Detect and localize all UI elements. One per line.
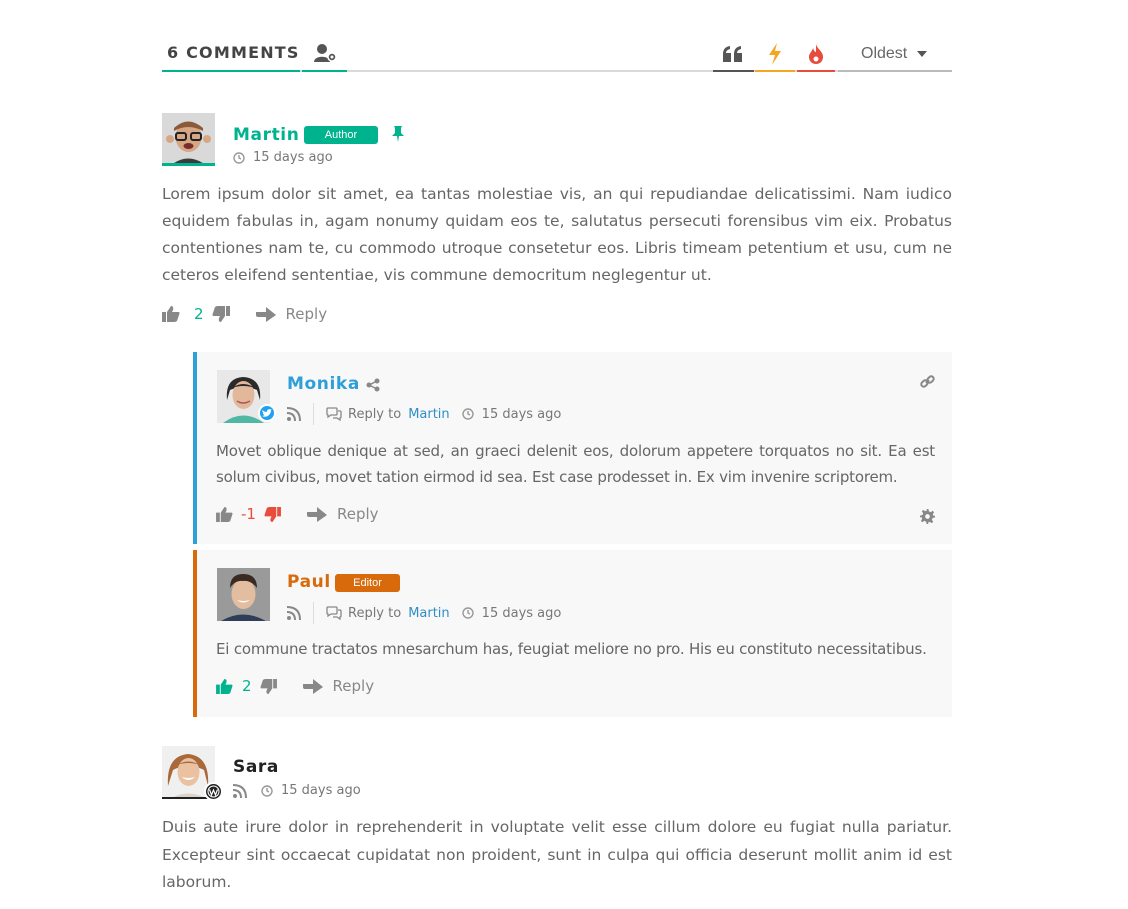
author-name[interactable]: Sara	[233, 757, 279, 777]
gear-icon[interactable]	[920, 509, 935, 528]
clock-icon	[461, 607, 474, 619]
comment-text: Ei commune tractatos mnesarchum has, feu…	[216, 640, 927, 658]
sort-underline	[838, 70, 952, 72]
comment-meta: 15 days ago	[233, 783, 361, 798]
wordpress-icon	[204, 782, 223, 801]
reply-button[interactable]: Reply	[333, 677, 375, 695]
comment-time: 15 days ago	[481, 605, 562, 621]
twitter-icon	[258, 404, 276, 422]
comment-time: 15 days ago	[481, 406, 562, 422]
thumbs-down-icon[interactable]	[212, 306, 230, 322]
comment-meta: Reply to Martin 15 days ago	[287, 403, 561, 425]
sort-select[interactable]: Oldest	[861, 45, 928, 63]
user-settings-icon[interactable]	[314, 42, 338, 64]
pin-icon	[392, 126, 404, 146]
lightning-icon[interactable]	[765, 42, 785, 66]
lightning-tab-underline	[755, 70, 795, 72]
reply-to-link[interactable]: Martin	[408, 606, 449, 621]
comment-actions: 2 Reply	[162, 305, 327, 323]
share-icon[interactable]	[366, 377, 380, 396]
comment-time: 15 days ago	[253, 150, 333, 165]
sort-label: Oldest	[861, 45, 908, 62]
rss-icon[interactable]	[233, 783, 247, 798]
author-name[interactable]: Paul	[287, 572, 331, 592]
vote-count: 2	[194, 305, 204, 323]
clock-icon	[261, 784, 273, 797]
comments-tab-underline	[162, 70, 300, 72]
comment-actions: -1 Reply	[216, 505, 379, 523]
reply-button[interactable]: Reply	[337, 505, 379, 523]
clock-icon	[461, 408, 474, 420]
avatar[interactable]	[217, 568, 270, 621]
comment-time: 15 days ago	[281, 783, 361, 798]
subscribers-tab-underline	[302, 70, 347, 72]
reply-to-label: Reply to	[348, 406, 402, 422]
comment-text: Movet oblique denique at sed, an graeci …	[216, 442, 935, 486]
thumbs-up-icon[interactable]	[216, 678, 233, 694]
reply-to-label: Reply to	[348, 605, 402, 621]
author-badge: Author	[304, 126, 378, 144]
rss-icon[interactable]	[287, 407, 301, 421]
clock-icon	[233, 151, 245, 164]
quote-tab-underline	[713, 70, 754, 72]
reply-icon[interactable]	[306, 506, 327, 522]
author-name[interactable]: Monika	[287, 374, 360, 394]
editor-badge: Editor	[335, 574, 400, 592]
thumbs-down-icon[interactable]	[260, 678, 277, 694]
thumbs-up-icon[interactable]	[216, 506, 233, 522]
reply-button[interactable]: Reply	[286, 305, 328, 323]
rss-icon[interactable]	[287, 606, 301, 620]
link-icon[interactable]	[920, 374, 935, 393]
comments-icon	[326, 407, 342, 421]
comment-actions: 2 Reply	[216, 677, 374, 695]
comments-count[interactable]: 6 COMMENTS	[167, 43, 300, 62]
chevron-down-icon	[917, 51, 928, 57]
thumbs-down-icon[interactable]	[264, 506, 281, 522]
comment-text: Lorem ipsum dolor sit amet, ea tantas mo…	[162, 185, 952, 284]
comment-text: Duis aute irure dolor in reprehenderit i…	[162, 818, 952, 891]
reply-to-link[interactable]: Martin	[408, 407, 449, 422]
author-name[interactable]: Martin	[233, 125, 299, 145]
comments-icon	[326, 606, 342, 620]
comment-meta: Reply to Martin 15 days ago	[287, 602, 561, 624]
fire-tab-underline	[797, 70, 835, 72]
avatar[interactable]	[162, 113, 215, 166]
reply-icon[interactable]	[302, 678, 323, 694]
fire-icon[interactable]	[806, 43, 826, 65]
comment-meta: 15 days ago	[233, 150, 333, 165]
vote-count: -1	[241, 505, 256, 523]
quote-icon[interactable]	[722, 44, 744, 64]
vote-count: 2	[242, 677, 252, 695]
reply-icon[interactable]	[255, 306, 276, 322]
thumbs-up-icon[interactable]	[162, 306, 180, 322]
